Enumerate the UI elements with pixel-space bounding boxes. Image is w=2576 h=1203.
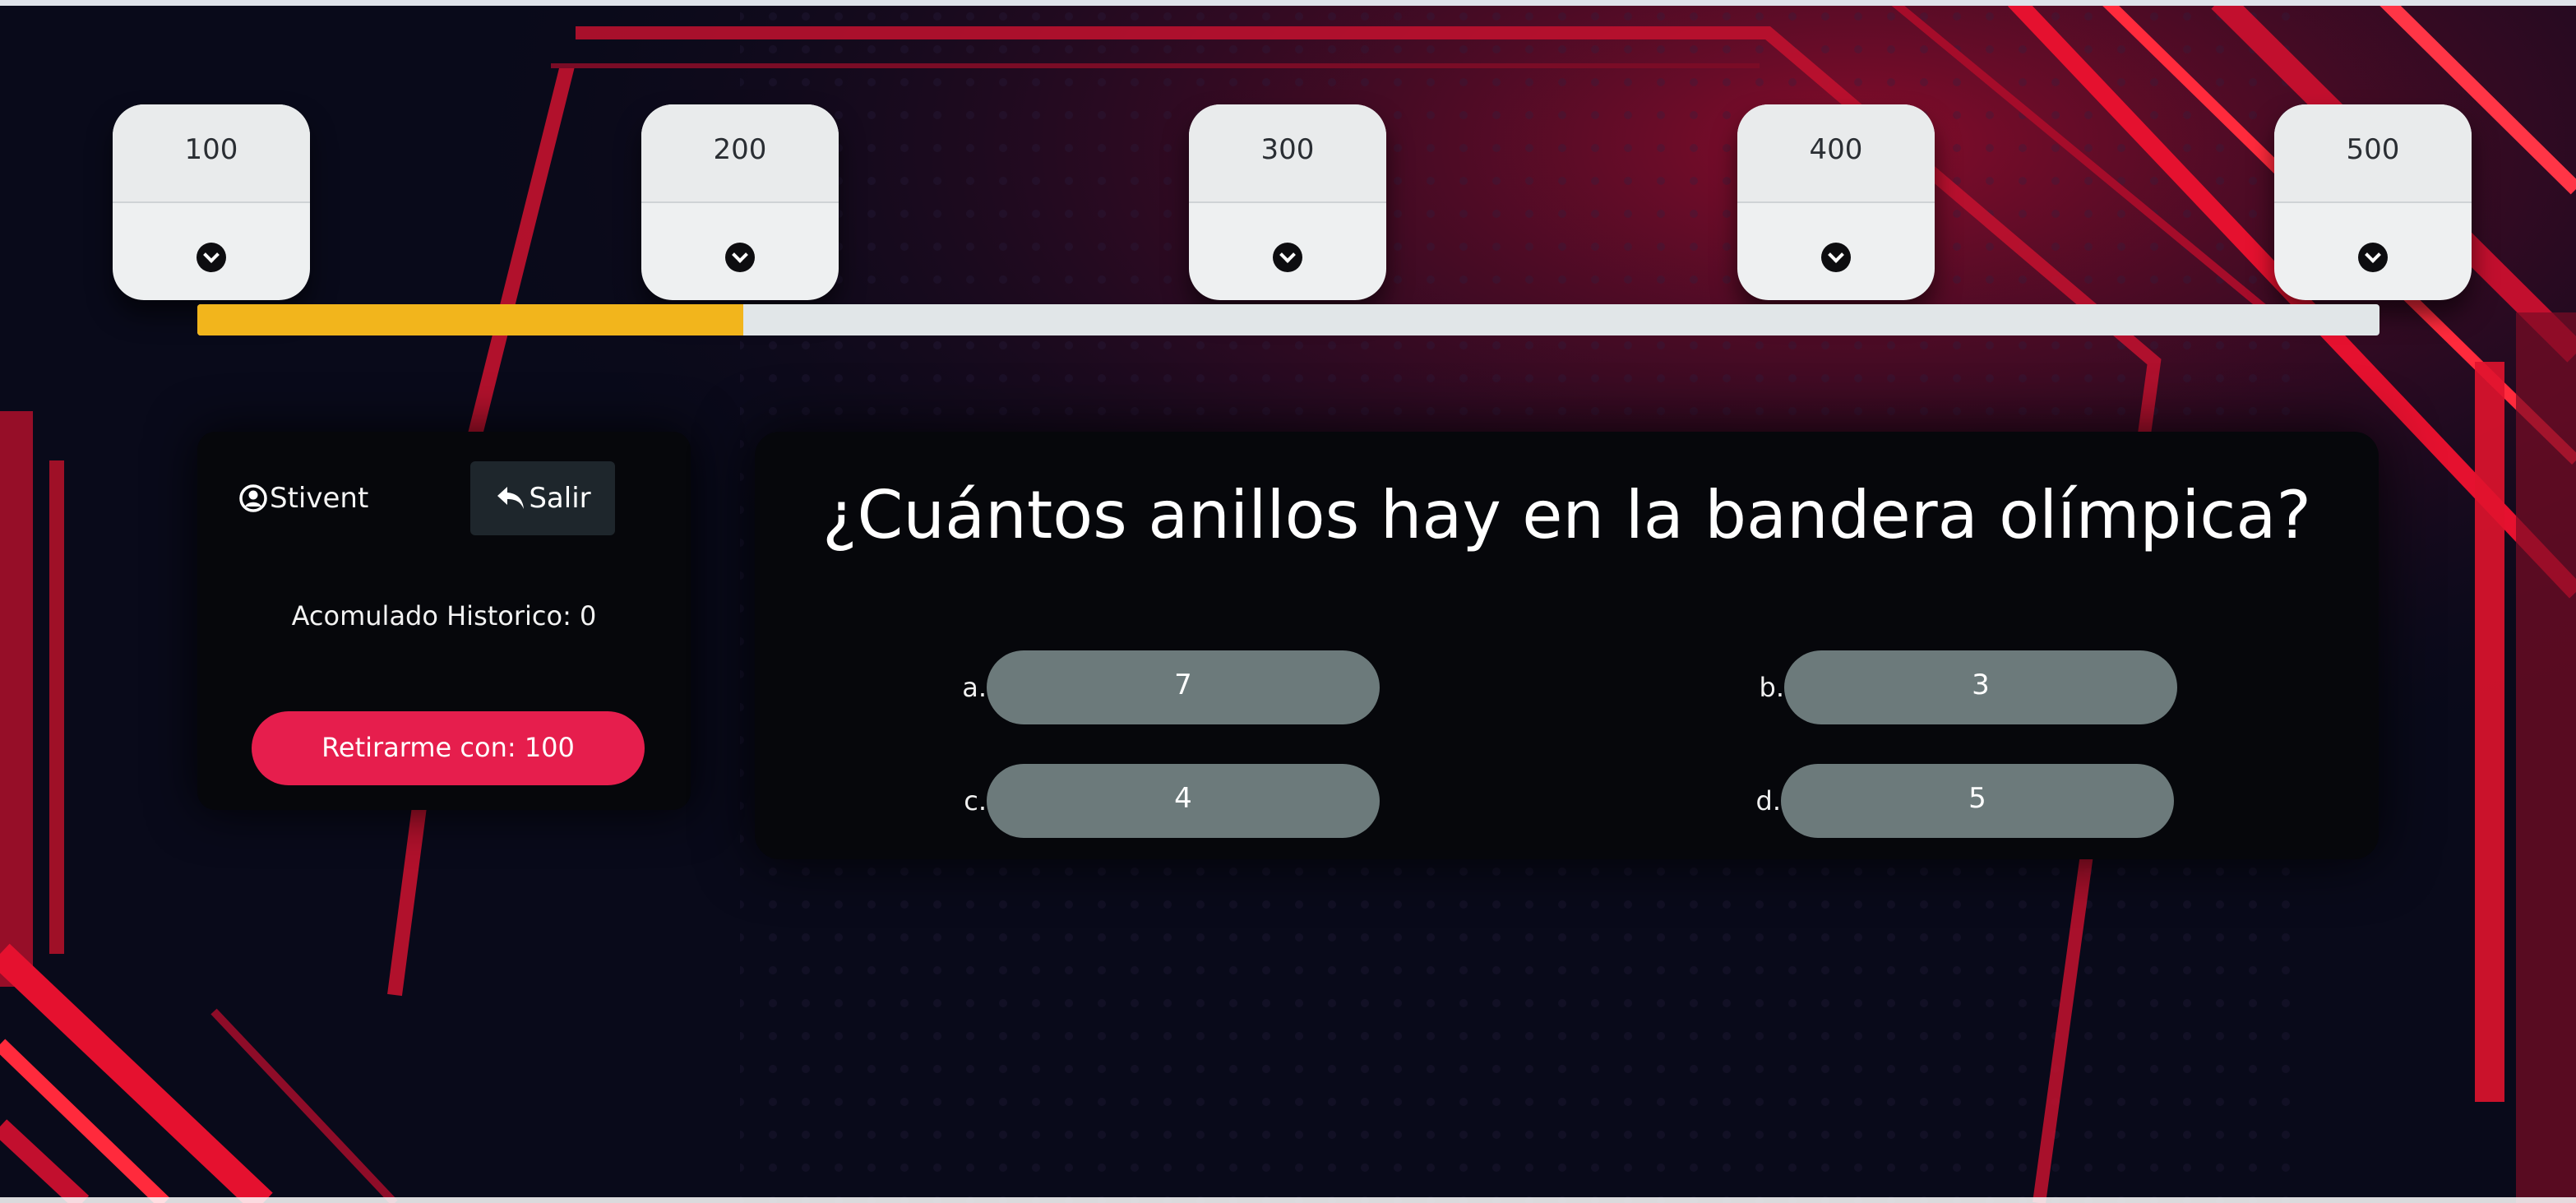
prize-progress-fill (197, 304, 743, 335)
question-text: ¿Cuántos anillos hay en la bandera olímp… (822, 477, 2311, 553)
prize-card-400[interactable]: 400 (1737, 104, 1935, 300)
option-letter: a. (962, 672, 987, 703)
prize-card-200[interactable]: 200 (641, 104, 839, 300)
accumulated-history: Acomulado Historico: 0 (291, 600, 597, 632)
chevron-down-circle-icon[interactable] (725, 243, 755, 272)
option-d: d. 5 (1748, 764, 2174, 838)
chevron-down-circle-icon[interactable] (2358, 243, 2388, 272)
prize-amount: 500 (2274, 104, 2472, 203)
prize-card-100[interactable]: 100 (113, 104, 310, 300)
browser-top-strip (0, 0, 2576, 6)
chevron-down-circle-icon[interactable] (1821, 243, 1851, 272)
player-info: Stivent (238, 478, 368, 519)
option-letter: c. (964, 785, 987, 817)
prize-amount: 400 (1737, 104, 1935, 203)
prize-amount: 300 (1189, 104, 1386, 203)
reply-arrow-icon (497, 487, 525, 509)
withdraw-button[interactable]: Retirarme con: 100 (252, 711, 645, 785)
prize-amount: 100 (113, 104, 310, 203)
answer-button-d[interactable]: 5 (1781, 764, 2174, 838)
game-screen: 100 200 300 400 500 Stivent Salir Acomul… (0, 0, 2576, 1203)
chevron-down-circle-icon[interactable] (1273, 243, 1302, 272)
player-panel: Stivent Salir Acomulado Historico: 0 Ret… (197, 432, 691, 810)
prize-amount: 200 (641, 104, 839, 203)
option-c: c. 4 (954, 764, 1380, 838)
question-panel: ¿Cuántos anillos hay en la bandera olímp… (755, 432, 2379, 859)
prize-progress-bar (197, 304, 2379, 335)
option-letter: b. (1759, 672, 1784, 703)
answer-button-b[interactable]: 3 (1784, 650, 2177, 724)
player-name: Stivent (270, 482, 369, 515)
exit-label: Salir (529, 482, 591, 515)
prize-card-300[interactable]: 300 (1189, 104, 1386, 300)
prize-card-500[interactable]: 500 (2274, 104, 2472, 300)
answer-button-c[interactable]: 4 (987, 764, 1380, 838)
answer-button-a[interactable]: 7 (987, 650, 1380, 724)
option-letter: d. (1755, 785, 1781, 817)
option-a: a. 7 (954, 650, 1380, 724)
option-b: b. 3 (1751, 650, 2177, 724)
user-circle-icon (239, 484, 267, 512)
chevron-down-circle-icon[interactable] (197, 243, 226, 272)
exit-button[interactable]: Salir (470, 461, 615, 535)
